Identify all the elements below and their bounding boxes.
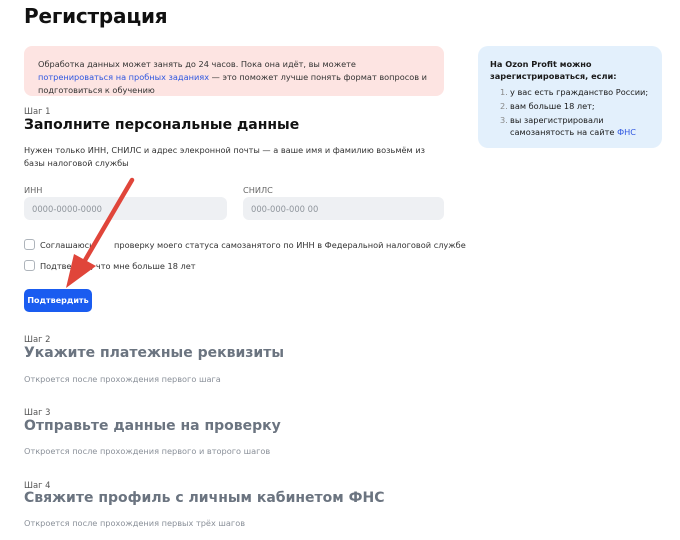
- eligibility-number: 3.: [500, 115, 508, 125]
- eligibility-text: вы зарегистрировали самозанятость на сай…: [510, 115, 618, 137]
- consent-label-start: Соглашаюсь: [40, 239, 95, 250]
- eligibility-number: 2.: [500, 101, 508, 111]
- notice-text-before: Обработка данных может занять до 24 часо…: [38, 59, 356, 69]
- page-title: Регистрация: [24, 4, 168, 28]
- confirm-button[interactable]: Подтвердить: [24, 289, 92, 312]
- step-2-label: Шаг 2: [24, 334, 51, 344]
- step-4-note: Откроется после прохождения первых трёх …: [24, 518, 246, 528]
- eligibility-text: у вас есть гражданство России;: [510, 87, 649, 97]
- consent-checkbox[interactable]: [24, 239, 35, 250]
- eligibility-number: 1.: [500, 87, 508, 97]
- step-4-label: Шаг 4: [24, 480, 51, 490]
- eligibility-item: 2. вам больше 18 лет;: [490, 100, 650, 112]
- step-1-description: Нужен только ИНН, СНИЛС и адрес элекронн…: [24, 145, 425, 168]
- step-2-note: Откроется после прохождения первого шага: [24, 374, 221, 384]
- step-3-note: Откроется после прохождения первого и вт…: [24, 446, 271, 456]
- eligibility-list: 1. у вас есть гражданство России; 2. вам б…: [490, 86, 650, 138]
- eligibility-text: вам больше 18 лет;: [510, 101, 595, 111]
- age-checkbox-row[interactable]: Подтвер , что мне больше 18 лет: [24, 260, 196, 271]
- inn-input[interactable]: [24, 197, 227, 220]
- snils-label: СНИЛС: [243, 185, 273, 195]
- sidebar-heading: На Ozon Profit можно зарегистрироваться,…: [490, 59, 617, 81]
- step-2-title: Укажите платежные реквизиты: [24, 345, 284, 361]
- step-4-title: Свяжите профиль с личным кабинетом ФНС: [24, 490, 385, 506]
- step-3-label: Шаг 3: [24, 407, 51, 417]
- step-3-title: Отправьте данные на проверку: [24, 418, 281, 434]
- age-checkbox[interactable]: [24, 260, 35, 271]
- processing-notice: Обработка данных может занять до 24 часо…: [24, 46, 444, 96]
- snils-input[interactable]: [243, 197, 444, 220]
- eligibility-item: 1. у вас есть гражданство России;: [490, 86, 650, 98]
- age-label-start: Подтвер: [40, 260, 77, 271]
- age-label-end: , что мне больше 18 лет: [90, 260, 196, 271]
- inn-label: ИНН: [24, 185, 43, 195]
- eligibility-item: 3. вы зарегистрировали самозанятость на с…: [490, 114, 650, 138]
- eligibility-sidebar: На Ozon Profit можно зарегистрироваться,…: [478, 46, 662, 148]
- fns-link[interactable]: ФНС: [617, 127, 636, 137]
- consent-label-end: проверку моего статуса самозанятого по И…: [114, 239, 466, 250]
- consent-checkbox-row[interactable]: Соглашаюсь проверку моего статуса самозан…: [24, 239, 466, 250]
- step-1-title: Заполните персональные данные: [24, 117, 300, 133]
- practice-tasks-link[interactable]: потренироваться на пробных заданиях: [38, 72, 209, 82]
- step-1-label: Шаг 1: [24, 106, 51, 116]
